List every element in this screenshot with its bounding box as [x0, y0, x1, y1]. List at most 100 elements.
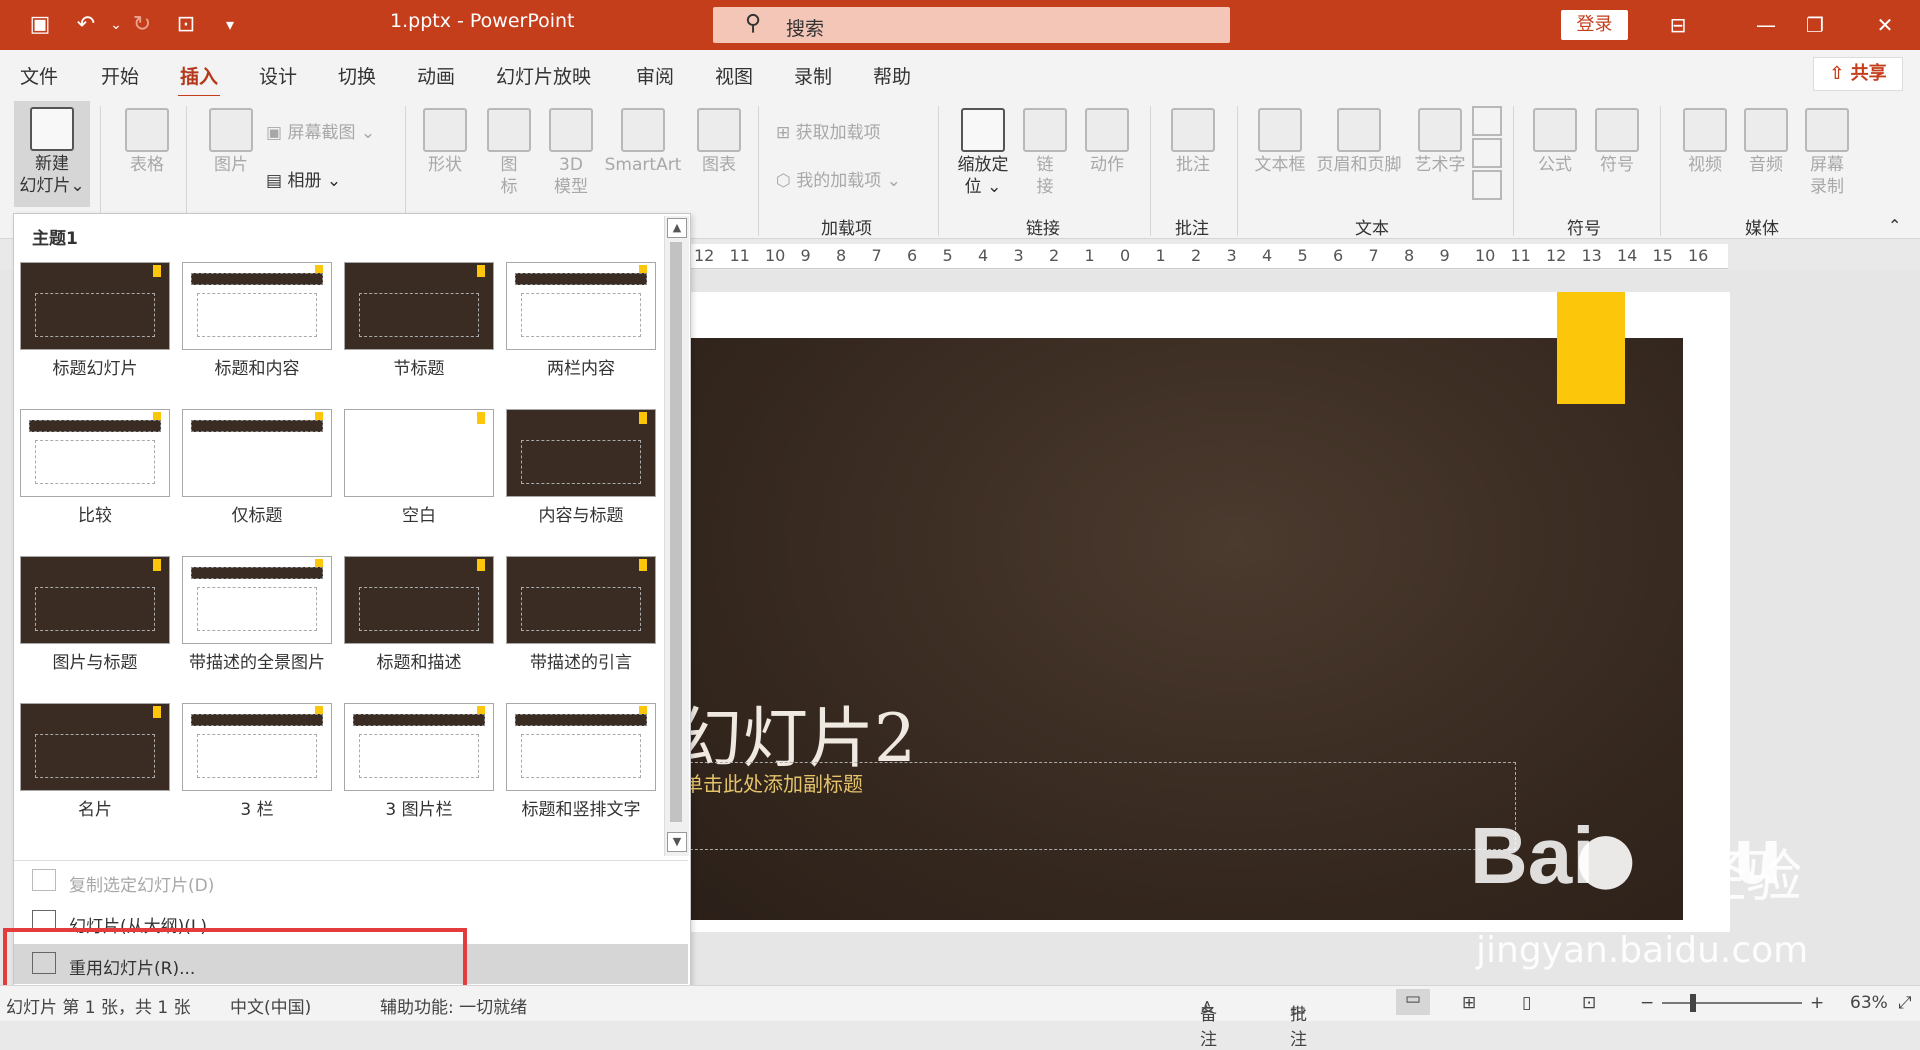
normal-view-icon[interactable]: ▭: [1396, 989, 1430, 1015]
layout-thumbnail[interactable]: 标题幻灯片: [20, 262, 170, 379]
ruler-tick-label: 9: [800, 246, 811, 265]
ribbon-display-options-icon[interactable]: ⊟: [1655, 6, 1701, 44]
collapse-ribbon-icon[interactable]: ⌃: [1888, 216, 1901, 235]
scroll-down-icon[interactable]: ▼: [667, 832, 687, 852]
tab-help[interactable]: 帮助: [873, 62, 911, 89]
redo-icon[interactable]: ↻: [124, 8, 160, 42]
language-indicator[interactable]: 中文(中国): [230, 993, 311, 1018]
duplicate-slide-menu-item[interactable]: 复制选定幻灯片(D): [14, 860, 688, 901]
layout-thumbnail[interactable]: 图片与标题: [20, 556, 170, 673]
close-icon[interactable]: ✕: [1862, 6, 1908, 44]
search-box[interactable]: ⚲ 搜索: [713, 7, 1230, 43]
layout-preview: [344, 262, 494, 350]
link-button[interactable]: 链 接: [1020, 108, 1070, 198]
layout-thumbnail[interactable]: 3 栏: [182, 703, 332, 820]
login-button[interactable]: 登录: [1561, 10, 1628, 40]
customize-toolbar-icon[interactable]: ▾: [212, 8, 248, 42]
tab-record[interactable]: 录制: [794, 62, 832, 89]
audio-label: 音频: [1749, 155, 1783, 175]
new-slide-button[interactable]: 新建 幻灯片⌄: [14, 101, 90, 207]
video-button[interactable]: 视频: [1680, 108, 1730, 176]
textbox-button[interactable]: 文本框: [1250, 108, 1310, 176]
group-label-symbols: 符号: [1567, 219, 1601, 239]
tab-transitions[interactable]: 切换: [338, 62, 376, 89]
restore-icon[interactable]: ❐: [1792, 6, 1838, 44]
slide-sorter-icon[interactable]: ⊞: [1462, 993, 1476, 1013]
minimize-icon[interactable]: —: [1743, 6, 1789, 44]
icons-button[interactable]: 图 标: [484, 108, 534, 198]
textbox-label: 文本框: [1254, 155, 1306, 175]
audio-button[interactable]: 音频: [1741, 108, 1791, 176]
zoom-in-icon[interactable]: +: [1810, 993, 1824, 1013]
layout-thumbnail[interactable]: 3 图片栏: [344, 703, 494, 820]
slide-number-icon[interactable]: [1472, 138, 1502, 168]
video-label: 视频: [1688, 155, 1722, 175]
zoom-button[interactable]: 缩放定 位 ⌄: [950, 108, 1016, 198]
present-from-start-icon[interactable]: ⊡: [168, 8, 204, 42]
zoom-slider-thumb[interactable]: [1690, 994, 1696, 1012]
layout-thumbnail[interactable]: 仅标题: [182, 409, 332, 526]
comment-button[interactable]: 批注: [1168, 108, 1218, 176]
fit-slide-icon[interactable]: ⤢: [1898, 993, 1912, 1013]
tab-slideshow[interactable]: 幻灯片放映: [496, 62, 591, 89]
smartart-label: SmartArt: [604, 155, 682, 175]
layout-preview: [20, 703, 170, 791]
chart-button[interactable]: 图表: [694, 108, 744, 176]
layout-thumbnail[interactable]: 名片: [20, 703, 170, 820]
layout-thumbnail[interactable]: 内容与标题: [506, 409, 656, 526]
reading-view-icon[interactable]: ▯: [1522, 993, 1531, 1013]
layout-thumbnail[interactable]: 比较: [20, 409, 170, 526]
wordart-button[interactable]: 艺术字: [1410, 108, 1470, 176]
screen-recording-button[interactable]: 屏幕 录制: [1802, 108, 1852, 198]
tab-design[interactable]: 设计: [259, 62, 297, 89]
get-addins-button[interactable]: ⊞ 获取加载项: [776, 118, 881, 143]
layout-thumbnail[interactable]: 两栏内容: [506, 262, 656, 379]
scroll-thumb[interactable]: [670, 242, 682, 822]
date-time-icon[interactable]: [1472, 106, 1502, 136]
accessibility-indicator[interactable]: 辅助功能: 一切就绪: [380, 993, 527, 1018]
zoom-level[interactable]: 63%: [1850, 993, 1888, 1013]
slideshow-icon[interactable]: ⊡: [1582, 993, 1596, 1013]
action-button[interactable]: 动作: [1082, 108, 1132, 176]
layout-thumbnail[interactable]: 带描述的全景图片: [182, 556, 332, 673]
album-button[interactable]: ▤ 相册 ⌄: [266, 166, 341, 191]
screenshot-button[interactable]: ▣ 屏幕截图 ⌄: [266, 118, 375, 143]
tab-insert[interactable]: 插入: [177, 62, 221, 98]
horizontal-ruler[interactable]: 12 11 10 9 8 7 6 5 4 3 2 1 0 1 2 3 4 5 6 7 8 9 10 11 12 13 14 15 16: [688, 244, 1728, 269]
shapes-button[interactable]: 形状: [420, 108, 470, 176]
pi-icon: [1533, 108, 1577, 152]
equation-button[interactable]: 公式: [1530, 108, 1580, 176]
symbol-button[interactable]: 符号: [1592, 108, 1642, 176]
table-button[interactable]: 表格: [122, 108, 172, 176]
get-addins-label: 获取加载项: [795, 123, 881, 143]
zoom-slider[interactable]: [1662, 1002, 1802, 1004]
layout-thumbnail[interactable]: 带描述的引言: [506, 556, 656, 673]
title-bar: ▣ ↶ ⌄ ↻ ⊡ ▾ 1.pptx - PowerPoint ⚲ 搜索 登录 …: [0, 0, 1920, 50]
layout-thumbnail[interactable]: 节标题: [344, 262, 494, 379]
scroll-up-icon[interactable]: ▲: [667, 218, 687, 238]
3d-model-button[interactable]: 3D 模型: [546, 108, 596, 198]
layout-thumbnail[interactable]: 标题和竖排文字: [506, 703, 656, 820]
smartart-button[interactable]: SmartArt: [600, 108, 686, 176]
group-label-addins: 加载项: [821, 219, 872, 239]
zoom-icon: [961, 108, 1005, 152]
tab-review[interactable]: 审阅: [636, 62, 674, 89]
zoom-out-icon[interactable]: −: [1640, 993, 1654, 1013]
save-icon[interactable]: ▣: [22, 8, 58, 42]
picture-button[interactable]: 图片: [206, 108, 256, 176]
tab-animations[interactable]: 动画: [417, 62, 455, 89]
gallery-scrollbar[interactable]: ▲ ▼: [664, 216, 689, 856]
share-button[interactable]: ⇧ 共享: [1813, 57, 1903, 91]
object-icon[interactable]: [1472, 170, 1502, 200]
tab-view[interactable]: 视图: [715, 62, 753, 89]
layout-thumbnail[interactable]: 标题和内容: [182, 262, 332, 379]
layout-placeholder: [359, 587, 479, 631]
ruler-tick-label: 10: [765, 246, 786, 265]
symbol-label: 符号: [1600, 155, 1634, 175]
layout-thumbnail[interactable]: 标题和描述: [344, 556, 494, 673]
my-addins-button[interactable]: ⬡ 我的加载项 ⌄: [776, 166, 901, 191]
tab-home[interactable]: 开始: [101, 62, 139, 89]
header-footer-button[interactable]: 页眉和页脚: [1310, 108, 1408, 176]
tab-file[interactable]: 文件: [20, 62, 58, 89]
layout-thumbnail[interactable]: 空白: [344, 409, 494, 526]
